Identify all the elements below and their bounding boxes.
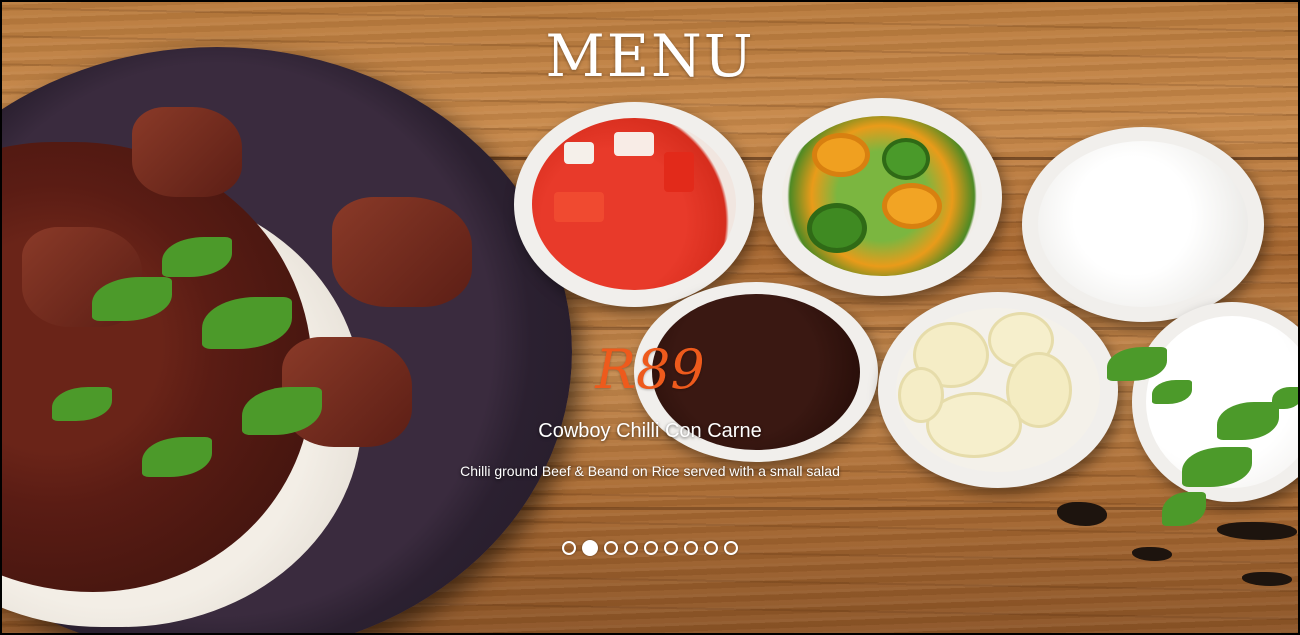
dish-price: R89 [595,338,705,401]
wood-knot [1217,522,1297,540]
wood-knot [1057,502,1107,526]
carousel-dot[interactable] [704,541,718,555]
jalapeno-pepper-bowl [762,98,1002,296]
menu-title: MENU [545,22,755,90]
coriander-leaf [1162,492,1206,526]
carousel-dot[interactable] [624,541,638,555]
grated-coconut-bowl [1022,127,1264,322]
carousel-dot[interactable] [724,541,738,555]
carousel-dot[interactable] [684,541,698,555]
tomato-onion-bowl [514,102,754,307]
dish-name: Cowboy Chilli Con Carne [538,420,762,442]
wood-knot [1242,572,1292,586]
carousel-pagination [0,540,1300,556]
meat-chunk [332,197,472,307]
dish-description: Chilli ground Beef & Beand on Rice serve… [460,463,840,479]
carousel-dot[interactable] [562,541,576,555]
carousel-dot[interactable] [582,540,598,556]
carousel-dot[interactable] [664,541,678,555]
meat-chunk [132,107,242,197]
carousel-dot[interactable] [644,541,658,555]
carousel-dot[interactable] [604,541,618,555]
hero-background-image [2,2,1298,633]
